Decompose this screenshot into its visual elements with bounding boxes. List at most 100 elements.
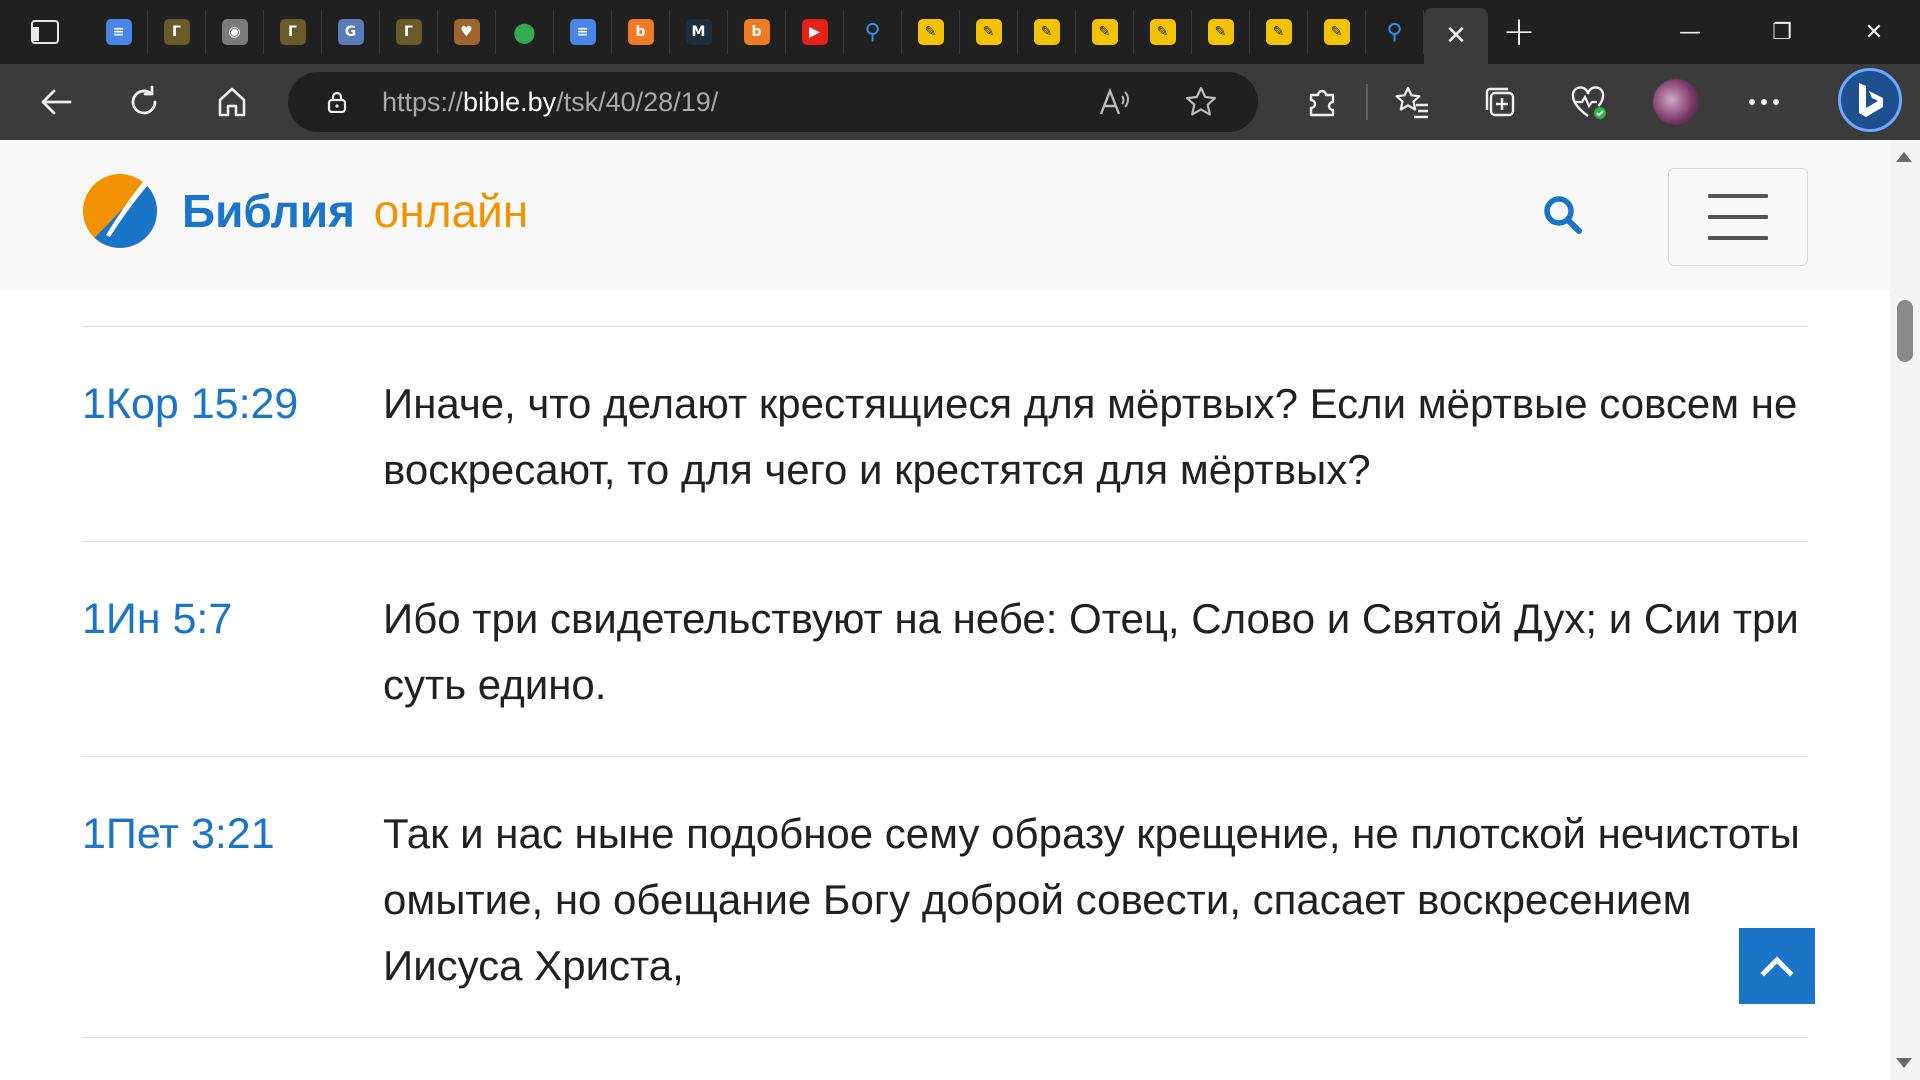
heart-pulse-icon [1571,86,1606,119]
browser-tab[interactable]: ✎ [1308,10,1366,54]
extensions-button[interactable] [1278,64,1366,140]
site-header: Библия онлайн [0,140,1890,290]
browser-tab[interactable]: ♥ [438,10,496,54]
feather-icon: ✎ [917,19,944,45]
reload-button[interactable] [100,64,188,140]
feather-icon: ✎ [1265,19,1292,45]
collections-icon [1485,87,1515,117]
verse-text: Иначе, что делают крестящиеся для мёртвы… [383,380,1798,493]
menu-line [1708,236,1768,240]
close-tab-icon[interactable]: ✕ [1445,21,1467,51]
browser-tab[interactable]: Г [264,10,322,54]
b-orange-icon: b [743,19,770,45]
browser-tab[interactable]: b [728,10,786,54]
page-scrollbar[interactable] [1890,140,1920,1080]
url-text[interactable]: https://bible.by/tsk/40/28/19/ [382,87,718,118]
browser-tab[interactable]: G [322,10,380,54]
home-button[interactable] [188,64,276,140]
scroll-down-arrow[interactable] [1896,1058,1912,1068]
browser-tab[interactable]: ⚲ [1366,10,1424,54]
favorite-star-icon[interactable] [1184,85,1218,119]
logo-word-bible: Библия [182,185,355,237]
browser-tab[interactable]: ◉ [206,10,264,54]
logo-icon[interactable] [82,173,158,249]
scroll-to-top-button[interactable] [1739,928,1815,1004]
toolbar-icons [1278,64,1808,140]
puzzle-icon [1309,89,1335,117]
list-item: 1Пет 3:21 Так и нас ныне подобное сему о… [82,756,1808,1037]
window-controls: — ❐ ✕ [1644,0,1920,64]
restore-button[interactable]: ❐ [1736,0,1828,64]
browser-tab[interactable]: ✎ [960,10,1018,54]
browser-tab[interactable]: Г [148,10,206,54]
cross-reference-list: 1Кор 15:29 Иначе, что делают крестящиеся… [82,326,1808,1038]
maps-icon: ⬤ [513,20,536,44]
bing-copilot-button[interactable] [1838,68,1902,132]
minimize-button[interactable]: — [1644,0,1736,64]
scrollbar-thumb[interactable] [1897,300,1913,362]
tab-actions-button[interactable] [0,0,90,64]
browser-tab[interactable]: ✎ [1076,10,1134,54]
more-dots-icon [1749,99,1779,105]
reference-link[interactable]: 1Пет 3:21 [82,801,383,999]
page-viewport: Библия онлайн 1Кор 15:29 Иначе, что дела… [0,140,1920,1080]
browser-tab[interactable]: Г [380,10,438,54]
scroll-up-arrow[interactable] [1896,152,1912,162]
browser-toolbar: https://bible.by/tsk/40/28/19/ [0,64,1920,140]
browser-tab[interactable]: ≡ [554,10,612,54]
heart-hand-icon: ♥ [453,19,480,45]
verse-text: Ибо три свидетельствуют на небе: Отец, С… [383,595,1799,708]
read-aloud-icon[interactable] [1098,87,1132,117]
reference-link[interactable]: 1Ин 5:7 [82,586,383,718]
reference-link[interactable]: 1Кор 15:29 [82,371,383,503]
list-item: 1Кор 15:29 Иначе, что делают крестящиеся… [82,326,1808,541]
reload-icon [131,85,157,115]
lock-icon[interactable] [326,91,348,113]
browser-tab[interactable]: b [612,10,670,54]
collections-button[interactable] [1456,64,1544,140]
site-logo-text[interactable]: Библия онлайн [182,184,528,238]
browser-tab[interactable]: ▶ [786,10,844,54]
browser-tab-bar: ≡ Г ◉ Г G Г ♥ ⬤ ≡ b Mb ▶ ⚲ ✎ ✎ ✎ ✎ ✎ ✎ ✎ ✎ ⚲ ✕ + — ❐ ✕ [0,0,1920,64]
tab-actions-icon [31,20,59,44]
browser-essentials-button[interactable] [1544,64,1632,140]
logo-word-online: онлайн [373,185,529,237]
search-tab-icon: ⚲ [859,19,886,45]
browser-tab[interactable]: ✎ [1018,10,1076,54]
menu-line [1708,194,1768,198]
browser-tab[interactable]: ✎ [1192,10,1250,54]
browser-tab[interactable]: ✎ [1134,10,1192,54]
browser-tab[interactable]: ≡ [90,10,148,54]
back-button[interactable] [12,64,100,140]
active-tab[interactable]: ✕ [1424,8,1488,64]
profile-button[interactable] [1632,64,1720,140]
divider [82,1037,1808,1038]
translate-icon: G [337,19,364,45]
back-arrow-icon [41,89,72,115]
feather-icon: ✎ [1323,19,1350,45]
menu-line [1708,215,1768,219]
browser-tab[interactable]: ✎ [902,10,960,54]
feather-icon: ✎ [1033,19,1060,45]
search-tab-icon: ⚲ [1381,19,1408,45]
docs-icon: ≡ [569,19,596,45]
docs-icon: ≡ [105,19,132,45]
feather-icon: ✎ [1207,19,1234,45]
menu-button[interactable] [1668,168,1808,266]
feather-icon: ✎ [975,19,1002,45]
close-window-button[interactable]: ✕ [1828,0,1920,64]
home-icon [218,87,246,117]
favorites-button[interactable] [1368,64,1456,140]
browser-tab[interactable]: ⬤ [496,10,554,54]
browser-tab[interactable]: ✎ [1250,10,1308,54]
browser-tab[interactable]: M [670,10,728,54]
new-tab-button[interactable]: + [1488,0,1550,64]
browser-tab[interactable]: ⚲ [844,10,902,54]
search-icon[interactable] [1540,192,1586,238]
feather-icon: ✎ [1091,19,1118,45]
settings-more-button[interactable] [1720,64,1808,140]
site-t-icon: Г [163,19,190,45]
favorites-list-icon [1395,86,1428,119]
b-orange-icon: b [627,19,654,45]
address-bar[interactable]: https://bible.by/tsk/40/28/19/ [288,72,1258,132]
